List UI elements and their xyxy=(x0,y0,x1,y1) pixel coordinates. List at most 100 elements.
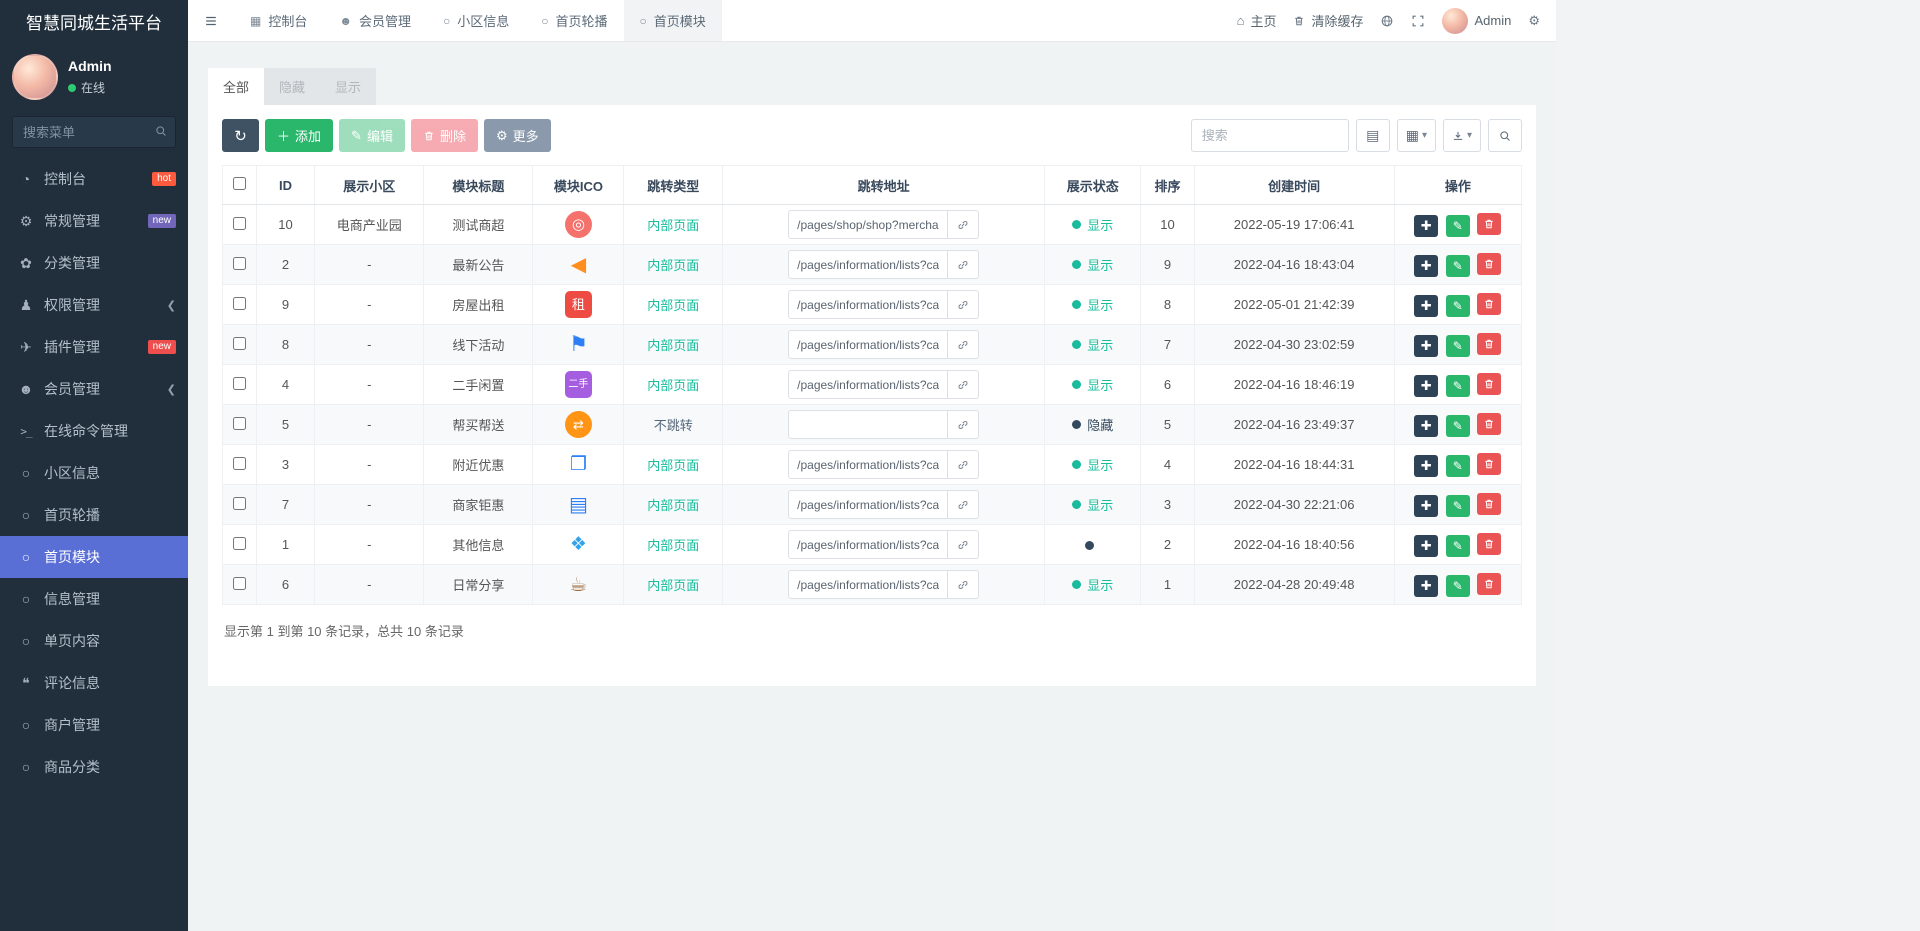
row-delete-button[interactable] xyxy=(1477,572,1502,595)
sidebar-item-goods-category[interactable]: ○ 商品分类 xyxy=(0,746,188,788)
sidebar-item-comments[interactable]: ❝ 评论信息 xyxy=(0,662,188,704)
sidebar-item-general[interactable]: ⚙ 常规管理 new xyxy=(0,200,188,242)
language-button[interactable] xyxy=(1380,14,1394,28)
row-edit-button[interactable]: ✎ xyxy=(1445,254,1470,277)
clear-cache-button[interactable]: 清除缓存 xyxy=(1293,11,1363,30)
sidebar-item-single-page[interactable]: ○ 单页内容 xyxy=(0,620,188,662)
jump-url-input[interactable] xyxy=(788,530,949,559)
settings-button[interactable]: ⚙ xyxy=(1528,13,1540,29)
link-button[interactable] xyxy=(948,450,980,479)
link-button[interactable] xyxy=(948,290,980,319)
row-delete-button[interactable] xyxy=(1477,292,1502,315)
link-button[interactable] xyxy=(948,330,980,359)
column-header[interactable]: 模块标题 xyxy=(423,165,534,205)
column-header[interactable]: 创建时间 xyxy=(1193,165,1395,205)
row-add-button[interactable]: ✚ xyxy=(1414,574,1439,597)
hamburger-menu-icon[interactable] xyxy=(188,0,234,41)
columns-button[interactable]: ▦ ▾ xyxy=(1396,119,1436,152)
sidebar-item-merchant[interactable]: ○ 商户管理 xyxy=(0,704,188,746)
row-add-button[interactable]: ✚ xyxy=(1414,454,1439,477)
link-button[interactable] xyxy=(948,250,980,279)
tab-banner[interactable]: ○ 首页轮播 xyxy=(525,0,623,41)
row-add-button[interactable]: ✚ xyxy=(1414,254,1439,277)
edit-button[interactable]: ✎ 编辑 xyxy=(339,119,405,152)
sidebar-item-category[interactable]: ✿ 分类管理 xyxy=(0,242,188,284)
row-delete-button[interactable] xyxy=(1477,372,1502,395)
row-edit-button[interactable]: ✎ xyxy=(1445,414,1470,437)
row-delete-button[interactable] xyxy=(1477,252,1502,275)
row-add-button[interactable]: ✚ xyxy=(1414,334,1439,357)
home-link[interactable]: ⌂ 主页 xyxy=(1237,11,1277,30)
row-edit-button[interactable]: ✎ xyxy=(1445,454,1470,477)
row-add-button[interactable]: ✚ xyxy=(1414,214,1439,237)
sidebar-item-member[interactable]: ☻ 会员管理 ❮ xyxy=(0,368,188,410)
row-delete-button[interactable] xyxy=(1477,332,1502,355)
menu-search-input[interactable] xyxy=(12,116,176,148)
column-header[interactable]: 排序 xyxy=(1140,165,1195,205)
row-delete-button[interactable] xyxy=(1477,532,1502,555)
tab-console[interactable]: ▦ 控制台 xyxy=(234,0,323,41)
row-edit-button[interactable]: ✎ xyxy=(1445,294,1470,317)
column-header[interactable]: 跳转地址 xyxy=(722,165,1046,205)
tab-member[interactable]: ☻ 会员管理 xyxy=(323,0,427,41)
jump-url-input[interactable] xyxy=(788,490,949,519)
sidebar-item-community[interactable]: ○ 小区信息 xyxy=(0,452,188,494)
jump-url-input[interactable] xyxy=(788,410,949,439)
column-header[interactable]: ID xyxy=(255,165,316,205)
link-button[interactable] xyxy=(948,570,980,599)
row-edit-button[interactable]: ✎ xyxy=(1445,334,1470,357)
jump-url-input[interactable] xyxy=(788,570,949,599)
link-button[interactable] xyxy=(948,210,980,239)
more-button[interactable]: ⚙ 更多 xyxy=(483,119,551,152)
row-edit-button[interactable]: ✎ xyxy=(1445,494,1470,517)
jump-url-input[interactable] xyxy=(788,330,949,359)
row-checkbox[interactable] xyxy=(232,256,246,270)
row-checkbox[interactable] xyxy=(232,576,246,590)
row-delete-button[interactable] xyxy=(1477,212,1502,235)
sidebar-item-console[interactable]: ◔ 控制台 hot xyxy=(0,158,188,200)
row-delete-button[interactable] xyxy=(1477,412,1502,435)
row-add-button[interactable]: ✚ xyxy=(1414,414,1439,437)
filter-tab-hidden[interactable]: 隐藏 xyxy=(264,68,321,105)
row-checkbox[interactable] xyxy=(232,336,246,350)
row-add-button[interactable]: ✚ xyxy=(1414,494,1439,517)
column-header[interactable]: 操作 xyxy=(1393,165,1523,205)
filter-tab-all[interactable]: 全部 xyxy=(208,68,265,105)
row-edit-button[interactable]: ✎ xyxy=(1445,374,1470,397)
jump-url-input[interactable] xyxy=(788,210,949,239)
table-search-input[interactable] xyxy=(1190,119,1349,152)
link-button[interactable] xyxy=(948,410,980,439)
row-checkbox[interactable] xyxy=(232,536,246,550)
sidebar-item-addon[interactable]: ✈ 插件管理 new xyxy=(0,326,188,368)
link-button[interactable] xyxy=(948,370,980,399)
export-button[interactable]: ▾ xyxy=(1442,119,1481,152)
jump-url-input[interactable] xyxy=(788,290,949,319)
sidebar-item-home-module[interactable]: ○ 首页模块 xyxy=(0,536,188,578)
column-header[interactable]: 展示小区 xyxy=(314,165,425,205)
row-edit-button[interactable]: ✎ xyxy=(1445,214,1470,237)
row-delete-button[interactable] xyxy=(1477,492,1502,515)
row-edit-button[interactable]: ✎ xyxy=(1445,534,1470,557)
sidebar-item-information[interactable]: ○ 信息管理 xyxy=(0,578,188,620)
row-edit-button[interactable]: ✎ xyxy=(1445,574,1470,597)
row-checkbox[interactable] xyxy=(232,376,246,390)
select-all-checkbox[interactable] xyxy=(232,177,246,190)
row-add-button[interactable]: ✚ xyxy=(1414,534,1439,557)
jump-url-input[interactable] xyxy=(788,250,949,279)
add-button[interactable]: ＋添加 xyxy=(265,119,334,152)
search-toggle-button[interactable] xyxy=(1488,119,1522,152)
refresh-button[interactable]: ↻ xyxy=(222,119,259,152)
column-header[interactable]: 展示状态 xyxy=(1044,165,1142,205)
link-button[interactable] xyxy=(948,530,980,559)
column-header[interactable]: 跳转类型 xyxy=(623,165,724,205)
sidebar-item-command[interactable]: >_ 在线命令管理 xyxy=(0,410,188,452)
jump-url-input[interactable] xyxy=(788,450,949,479)
row-delete-button[interactable] xyxy=(1477,452,1502,475)
row-checkbox[interactable] xyxy=(232,216,246,230)
row-add-button[interactable]: ✚ xyxy=(1414,374,1439,397)
sidebar-item-banner[interactable]: ○ 首页轮播 xyxy=(0,494,188,536)
filter-tab-visible[interactable]: 显示 xyxy=(320,68,377,105)
row-checkbox[interactable] xyxy=(232,296,246,310)
column-header[interactable]: 模块ICO xyxy=(532,165,625,205)
tab-community[interactable]: ○ 小区信息 xyxy=(427,0,525,41)
